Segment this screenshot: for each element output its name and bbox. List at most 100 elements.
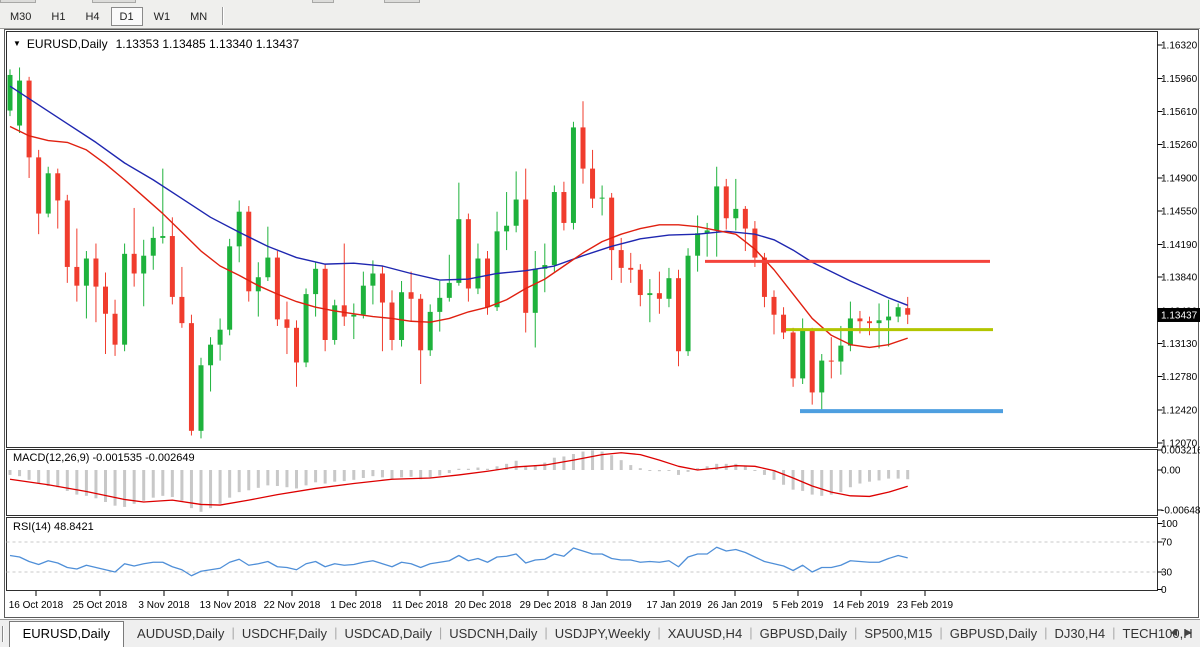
macd-histogram-bar [687, 470, 690, 472]
candle-body [36, 157, 41, 213]
macd-histogram-bar [400, 470, 403, 477]
macd-histogram-bar [811, 470, 814, 495]
macd-histogram-bar [18, 470, 21, 476]
chart-canvas[interactable]: 1.163201.159601.156101.152601.149001.145… [0, 0, 1200, 619]
candle-body [409, 292, 414, 299]
macd-histogram-bar [667, 470, 670, 471]
tab-audusd-daily[interactable]: AUDUSD,Daily [124, 622, 237, 646]
tab-eurusd-daily[interactable]: EURUSD,Daily [9, 621, 124, 647]
macd-histogram-bar [744, 466, 747, 470]
macd-histogram-bar [839, 470, 842, 492]
candle-body [600, 198, 605, 199]
price-tick-label: 1.13130 [1161, 339, 1198, 350]
macd-histogram-bar [352, 470, 355, 480]
tab-scroll-left-icon[interactable]: ◀ [1170, 627, 1177, 637]
tab-usdjpy-weekly[interactable]: USDJPY,Weekly [542, 622, 664, 646]
macd-histogram-bar [878, 470, 881, 480]
macd-histogram-bar [381, 470, 384, 477]
macd-histogram-bar [858, 470, 861, 484]
candle-body [456, 219, 461, 283]
tab-gbpusd-daily[interactable]: GBPUSD,Daily [747, 622, 860, 646]
date-tick-label: 25 Oct 2018 [73, 600, 128, 611]
date-tick-label: 5 Feb 2019 [773, 600, 824, 611]
tab-gbpusd-daily[interactable]: GBPUSD,Daily [937, 622, 1050, 646]
price-tick-label: 1.16320 [1161, 41, 1198, 52]
macd-values: -0.001535 -0.002649 [92, 452, 194, 464]
chart-ohlc-values: 1.13353 1.13485 1.13340 1.13437 [116, 37, 300, 51]
date-tick-label: 29 Dec 2018 [520, 600, 577, 611]
candle-body [552, 192, 557, 265]
tab-scroll-right-icon[interactable]: ▶ [1185, 627, 1192, 637]
candle-body [714, 186, 719, 230]
chart-tabs: EURUSD,DailyAUDUSD,Daily|USDCHF,Daily|US… [9, 620, 1200, 635]
rsi-indicator-label: RSI(14) 48.8421 [13, 521, 94, 533]
candle-body [189, 323, 194, 431]
price-tick-label: 1.15610 [1161, 107, 1198, 118]
candle-body [93, 259, 98, 287]
candle-body [609, 198, 614, 250]
macd-histogram-bar [897, 470, 900, 479]
macd-histogram-bar [868, 470, 871, 482]
candle-body [495, 231, 500, 307]
tab-sp500-m15[interactable]: SP500,M15 [851, 622, 945, 646]
candle-body [122, 254, 127, 345]
macd-histogram-bar [830, 470, 833, 495]
candle-body [179, 297, 184, 323]
macd-histogram-bar [572, 454, 575, 470]
tabbar-grip[interactable] [2, 626, 4, 642]
rsi-tick-label: 30 [1161, 568, 1173, 579]
date-tick-label: 20 Dec 2018 [455, 600, 512, 611]
macd-histogram-bar [410, 470, 413, 477]
macd-histogram-bar [610, 455, 613, 470]
macd-histogram-bar [104, 470, 107, 502]
macd-histogram-bar [219, 470, 222, 504]
price-tick-label: 1.13840 [1161, 273, 1198, 284]
candle-body [55, 173, 60, 200]
candle-body [533, 269, 538, 313]
chevron-down-icon[interactable]: ▼ [13, 39, 21, 48]
macd-histogram-bar [515, 461, 518, 470]
macd-histogram-bar [658, 470, 661, 471]
price-tick-label: 1.12780 [1161, 372, 1198, 383]
candle-body [647, 293, 652, 295]
candle-body [428, 312, 433, 350]
macd-histogram-bar [266, 470, 269, 485]
candle-body [762, 258, 767, 297]
mt4-window: M30H1H4D1W1MN 1.163201.159601.156101.152… [0, 0, 1200, 647]
candle-body [695, 233, 700, 255]
candle-body [74, 267, 79, 286]
macd-histogram-bar [152, 470, 155, 498]
candle-body [781, 315, 786, 333]
date-tick-label: 26 Jan 2019 [707, 600, 762, 611]
candle-body [8, 75, 13, 111]
candle-body [877, 320, 882, 323]
candle-body [523, 200, 528, 313]
macd-histogram-bar [582, 452, 585, 470]
macd-histogram-bar [180, 470, 183, 501]
candle-body [485, 259, 490, 308]
chart-title: ▼EURUSD,Daily1.13353 1.13485 1.13340 1.1… [13, 37, 299, 51]
macd-histogram-bar [247, 470, 250, 490]
candle-body [17, 81, 22, 126]
candle-body [418, 299, 423, 351]
tab-xauusd-h4[interactable]: XAUUSD,H4 [655, 622, 755, 646]
candle-body [905, 308, 910, 315]
candle-body [666, 278, 671, 299]
candle-body [399, 292, 404, 340]
candle-body [561, 192, 566, 223]
candle-body [46, 173, 51, 213]
macd-histogram-bar [9, 470, 12, 475]
macd-histogram-bar [123, 470, 126, 507]
price-tick-label: 1.14900 [1161, 173, 1198, 184]
tab-usdcad-daily[interactable]: USDCAD,Daily [331, 622, 444, 646]
macd-tick-label: 0.00 [1161, 466, 1181, 477]
tab-usdchf-daily[interactable]: USDCHF,Daily [229, 622, 340, 646]
candle-body [772, 297, 777, 315]
macd-histogram-bar [648, 470, 651, 471]
tab-usdcnh-daily[interactable]: USDCNH,Daily [436, 622, 550, 646]
macd-histogram-bar [142, 470, 145, 501]
macd-histogram-bar [639, 468, 642, 470]
macd-histogram-bar [801, 470, 804, 491]
candle-body [390, 303, 395, 340]
tab-dj30-h4[interactable]: DJ30,H4 [1042, 622, 1119, 646]
